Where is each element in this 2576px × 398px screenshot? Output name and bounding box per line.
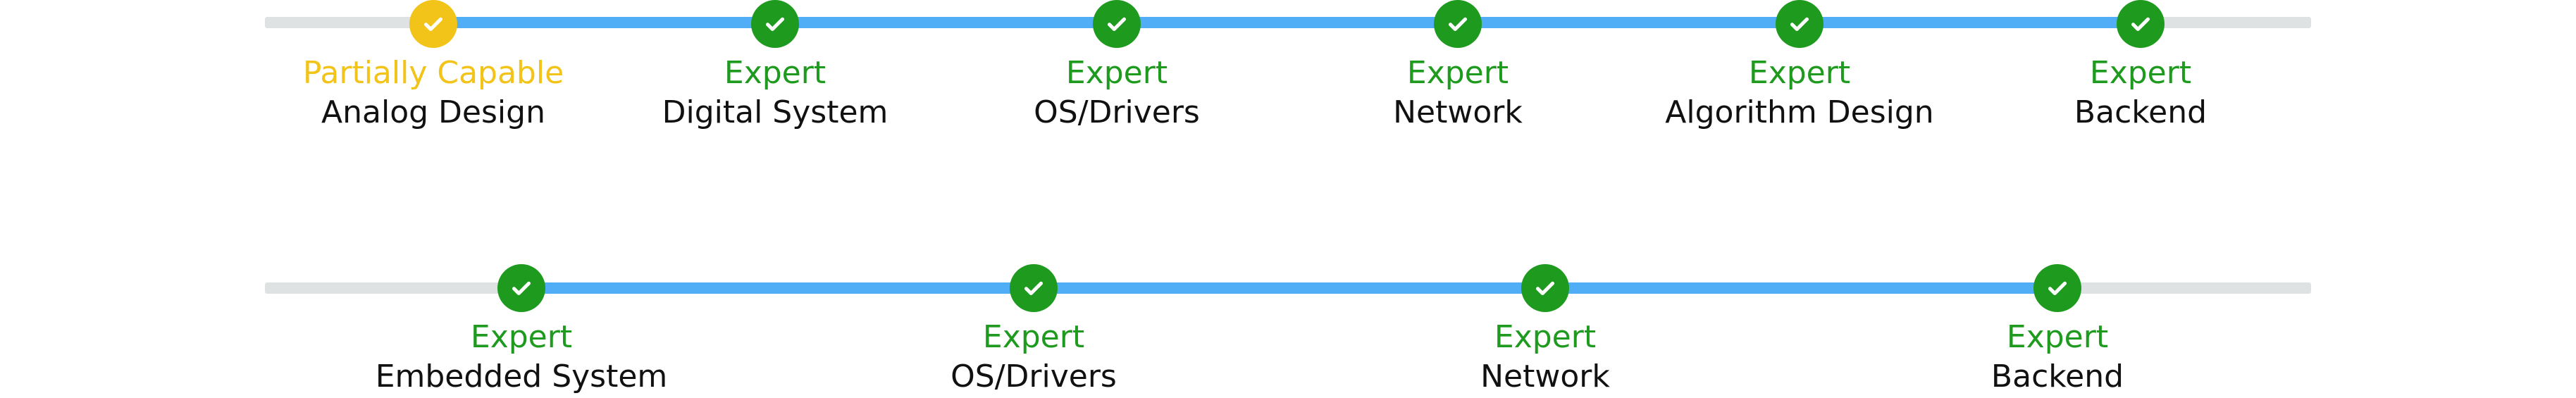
skill-level: Partially Capable	[302, 55, 564, 91]
check-icon	[1787, 11, 1812, 37]
check-icon	[421, 11, 446, 37]
skill-name: Network	[1480, 359, 1610, 394]
status-node-expert	[2033, 264, 2081, 312]
skill-caption: Expert Digital System	[592, 54, 958, 132]
skill-name: Embedded System	[375, 359, 668, 394]
skill-caption: Partially Capable Analog Design	[250, 54, 617, 132]
check-icon	[509, 275, 534, 301]
skill-caption: Expert OS/Drivers	[934, 54, 1300, 132]
skill-level: Expert	[1494, 319, 1597, 355]
skill-level: Expert	[2089, 55, 2192, 91]
skill-caption: Expert Backend	[1957, 54, 2324, 132]
skill-level: Expert	[982, 319, 1085, 355]
skill-name: Network	[1393, 94, 1523, 130]
skill-level: Expert	[724, 55, 826, 91]
skill-name: Digital System	[662, 94, 888, 130]
skill-name: Backend	[1990, 359, 2124, 394]
skill-name: Algorithm Design	[1665, 94, 1934, 130]
skill-caption: Expert Algorithm Design	[1616, 54, 1983, 132]
status-node-expert	[751, 0, 799, 48]
status-node-expert	[497, 264, 545, 312]
check-icon	[2045, 275, 2070, 301]
skill-caption: Expert Network	[1275, 54, 1641, 132]
skill-level: Expert	[1748, 55, 1851, 91]
skill-name: OS/Drivers	[950, 359, 1117, 394]
skill-caption: Expert Network	[1362, 318, 1728, 397]
skill-caption: Expert Embedded System	[338, 318, 705, 397]
skill-name: Backend	[2074, 94, 2207, 130]
track-progress	[433, 17, 2141, 28]
status-node-expert	[1093, 0, 1141, 48]
status-node-expert	[2117, 0, 2165, 48]
track-progress	[521, 282, 2057, 294]
skill-level: Expert	[1065, 55, 1168, 91]
check-icon	[1532, 275, 1558, 301]
skill-name: OS/Drivers	[1034, 94, 1200, 130]
skill-caption: Expert OS/Drivers	[850, 318, 1217, 397]
check-icon	[1445, 11, 1470, 37]
skill-name: Analog Design	[321, 94, 545, 130]
skill-level: Expert	[1406, 55, 1509, 91]
check-icon	[762, 11, 788, 37]
skill-level: Expert	[2006, 319, 2109, 355]
status-node-expert	[1521, 264, 1569, 312]
check-icon	[1021, 275, 1046, 301]
status-node-expert	[1776, 0, 1823, 48]
status-node-expert	[1010, 264, 1058, 312]
skill-level: Expert	[470, 319, 573, 355]
status-node-partial	[409, 0, 457, 48]
skill-caption: Expert Backend	[1874, 318, 2241, 397]
check-icon	[1104, 11, 1129, 37]
status-node-expert	[1434, 0, 1482, 48]
check-icon	[2128, 11, 2153, 37]
